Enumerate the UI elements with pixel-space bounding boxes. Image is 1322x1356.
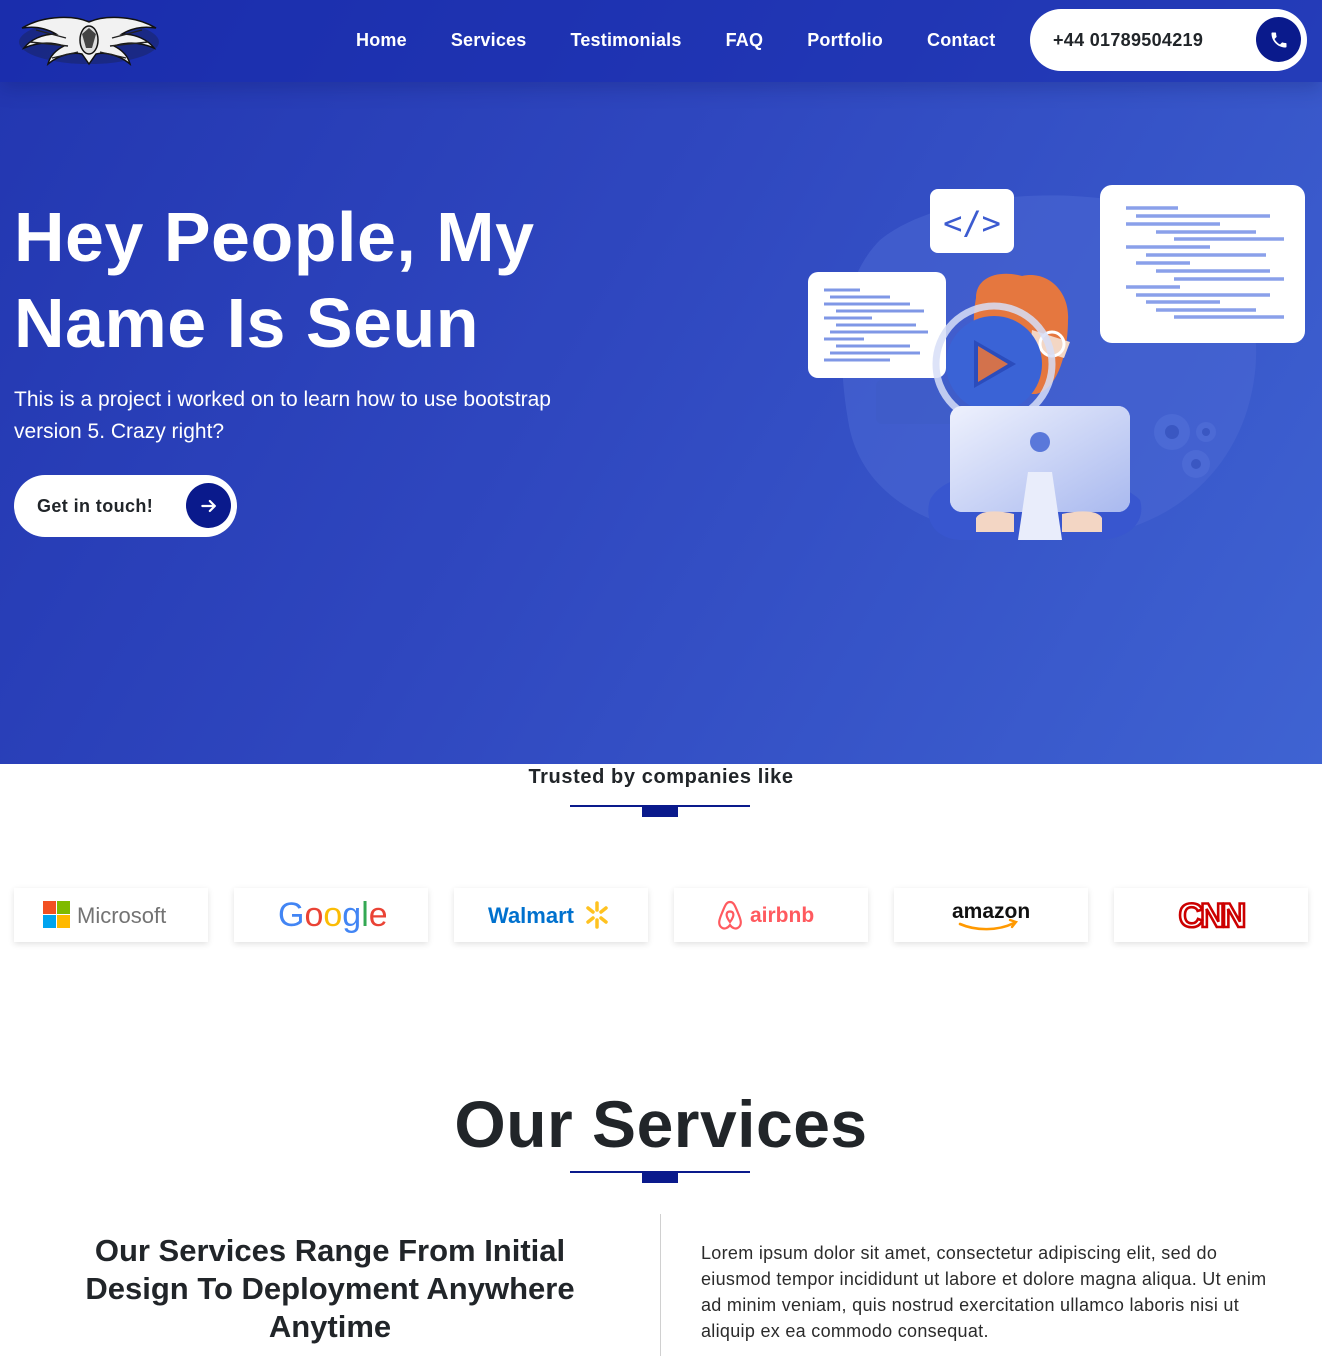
company-logo-airbnb: airbnb	[674, 888, 868, 942]
nav-link-contact[interactable]: Contact	[927, 30, 995, 51]
cnn-wordmark: CNN	[1179, 897, 1245, 933]
company-logo-microsoft: Microsoft	[14, 888, 208, 942]
developer-at-computer-illustration: </>	[800, 180, 1310, 550]
microsoft-wordmark: Microsoft	[77, 903, 166, 928]
services-heading: Our Services Range From Initial Design T…	[85, 1233, 575, 1344]
services-vertical-divider	[660, 1214, 661, 1356]
phone-number: +44 01789504219	[1053, 29, 1204, 50]
main-nav: Home Services Testimonials FAQ Portfolio…	[356, 30, 995, 51]
navbar: Home Services Testimonials FAQ Portfolio…	[0, 0, 1322, 82]
amazon-wordmark: amazon	[952, 900, 1030, 923]
phone-icon[interactable]	[1256, 17, 1301, 62]
walmart-spark-icon	[586, 901, 608, 929]
hero-title: Hey People, My Name Is Seun	[14, 198, 535, 362]
nav-link-home[interactable]: Home	[356, 30, 407, 51]
company-logo-amazon: amazon	[894, 888, 1088, 942]
walmart-wordmark: Walmart	[488, 903, 575, 928]
get-in-touch-button[interactable]: Get in touch!	[14, 475, 237, 537]
trusted-divider	[570, 805, 750, 817]
nav-link-faq[interactable]: FAQ	[726, 30, 764, 51]
airbnb-wordmark: airbnb	[750, 904, 814, 927]
hero-subtitle: This is a project i worked on to learn h…	[14, 388, 551, 443]
amazon-smile-icon	[958, 921, 1016, 931]
nav-link-services[interactable]: Services	[451, 30, 527, 51]
hero-section: Home Services Testimonials FAQ Portfolio…	[0, 0, 1322, 764]
winged-emblem-logo[interactable]	[16, 8, 162, 72]
airbnb-icon	[718, 900, 742, 930]
services-description: Lorem ipsum dolor sit amet, consectetur …	[701, 1243, 1267, 1341]
company-logo-walmart: Walmart	[454, 888, 648, 942]
services-title: Our Services	[454, 1087, 868, 1161]
company-logo-cnn: CNN	[1114, 888, 1308, 942]
nav-link-testimonials[interactable]: Testimonials	[570, 30, 681, 51]
svg-text:</>: </>	[943, 204, 1001, 242]
get-in-touch-label: Get in touch!	[37, 495, 154, 516]
company-logo-google: Google	[234, 888, 428, 942]
arrow-right-icon[interactable]	[186, 483, 231, 528]
nav-link-portfolio[interactable]: Portfolio	[807, 30, 883, 51]
phone-button[interactable]: +44 01789504219	[1030, 9, 1307, 71]
google-wordmark: Google	[278, 896, 386, 934]
trusted-title: Trusted by companies like	[528, 766, 794, 788]
services-divider	[570, 1171, 750, 1183]
